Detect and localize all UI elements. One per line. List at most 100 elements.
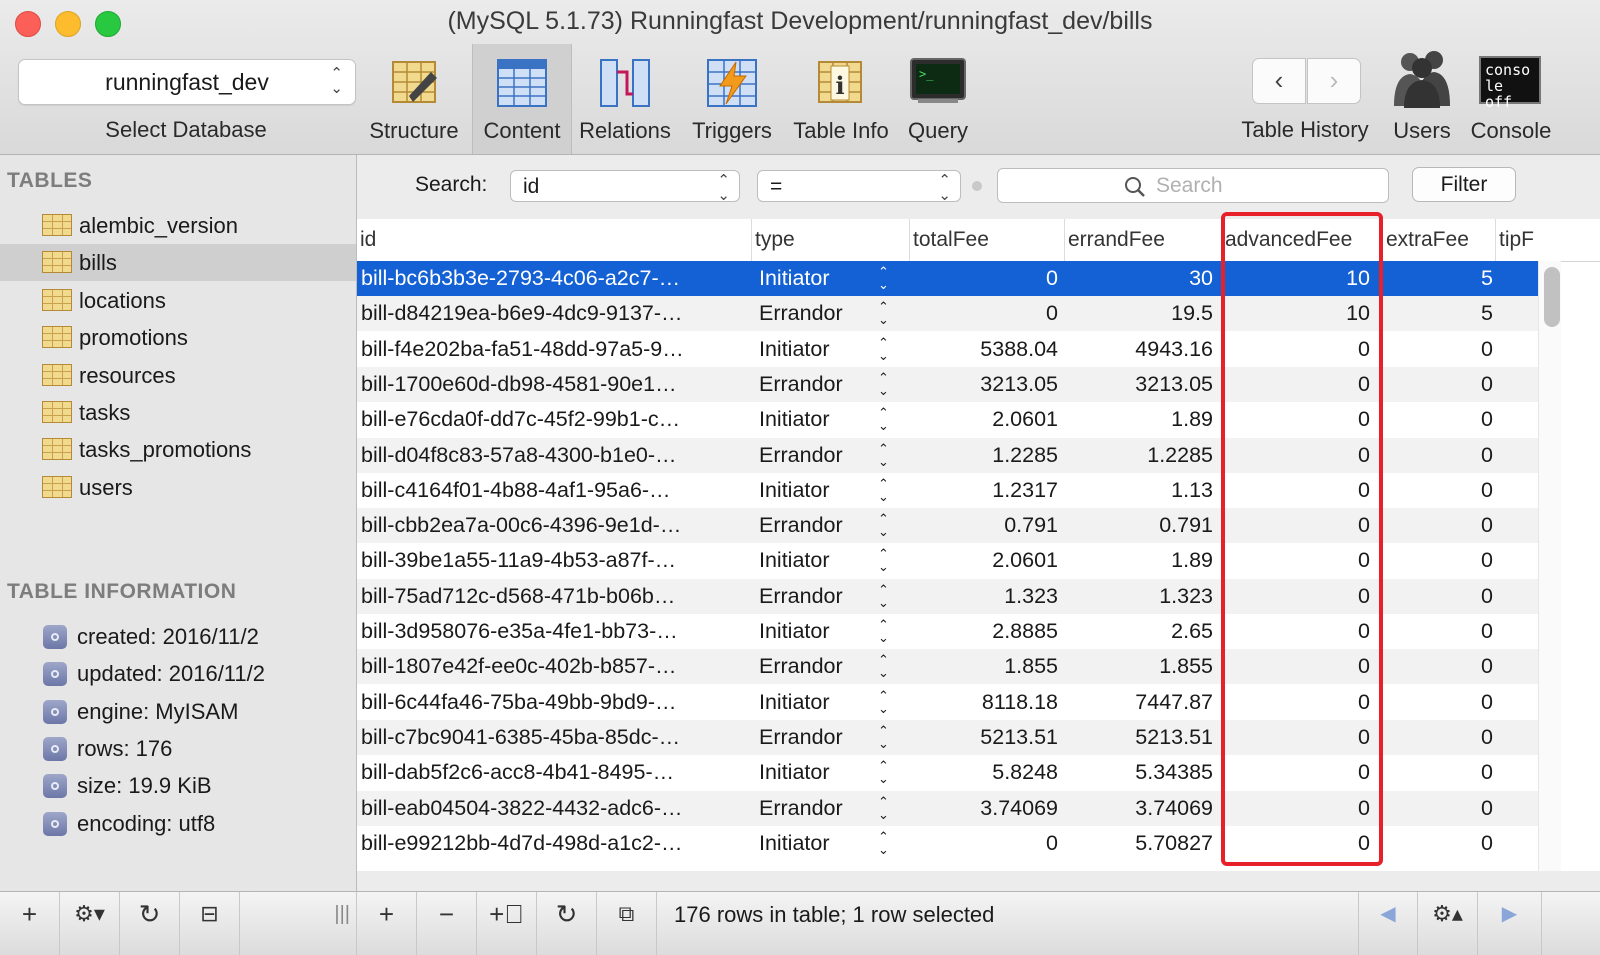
- table-cell-extrafee[interactable]: 0: [1383, 508, 1493, 543]
- table-cell-totalfee[interactable]: 0.791: [910, 508, 1058, 543]
- table-cell-type[interactable]: Initiator: [759, 332, 879, 367]
- table-cell-type[interactable]: Errandor: [759, 296, 879, 331]
- table-cell-type[interactable]: Errandor: [759, 791, 879, 826]
- chevron-updown-icon[interactable]: ⌃ ⌄: [878, 649, 889, 679]
- table-cell-extrafee[interactable]: 0: [1383, 720, 1493, 755]
- column-header[interactable]: tipF: [1496, 219, 1600, 261]
- table-cell-errandfee[interactable]: 5.34385: [1065, 755, 1213, 790]
- column-header[interactable]: type: [752, 219, 910, 261]
- table-cell-extrafee[interactable]: 0: [1383, 614, 1493, 649]
- tool-triggers[interactable]: Triggers: [684, 44, 780, 154]
- table-cell-extrafee[interactable]: 0: [1383, 685, 1493, 720]
- table-cell-totalfee[interactable]: 5388.04: [910, 332, 1058, 367]
- table-cell-errandfee[interactable]: 3213.05: [1065, 367, 1213, 402]
- table-cell-totalfee[interactable]: 5.8248: [910, 755, 1058, 790]
- table-cell-type[interactable]: Initiator: [759, 685, 879, 720]
- sidebar-table-item[interactable]: tasks_promotions: [0, 431, 356, 468]
- column-header[interactable]: id: [357, 219, 752, 261]
- table-cell-type[interactable]: Initiator: [759, 473, 879, 508]
- chevron-updown-icon[interactable]: ⌃ ⌄: [878, 791, 889, 821]
- table-cell-totalfee[interactable]: 1.855: [910, 649, 1058, 684]
- table-cell-id[interactable]: bill-dab5f2c6-acc8-4b41-8495-…: [361, 755, 746, 790]
- table-cell-id[interactable]: bill-3d958076-e35a-4fe1-bb73-…: [361, 614, 746, 649]
- pagination-button[interactable]: ⧉: [597, 892, 657, 955]
- table-cell-errandfee[interactable]: 1.855: [1065, 649, 1213, 684]
- tool-query[interactable]: >_ Query: [900, 44, 976, 154]
- table-cell-type[interactable]: Initiator: [759, 261, 879, 296]
- table-cell-totalfee[interactable]: 3213.05: [910, 367, 1058, 402]
- table-cell-errandfee[interactable]: 5213.51: [1065, 720, 1213, 755]
- search-input[interactable]: Search: [997, 168, 1389, 203]
- table-cell-errandfee[interactable]: 4943.16: [1065, 332, 1213, 367]
- duplicate-row-button[interactable]: +⃞: [477, 892, 537, 955]
- table-cell-id[interactable]: bill-e76cda0f-dd7c-45f2-99b1-c…: [361, 402, 746, 437]
- filter-button[interactable]: Filter: [1412, 167, 1516, 202]
- chevron-updown-icon[interactable]: ⌃ ⌄: [878, 367, 889, 397]
- history-forward-button[interactable]: ›: [1307, 58, 1361, 104]
- table-actions-button[interactable]: ⚙▾: [60, 892, 120, 955]
- table-cell-id[interactable]: bill-eab04504-3822-4432-adc6-…: [361, 791, 746, 826]
- table-cell-extrafee[interactable]: 0: [1383, 402, 1493, 437]
- sidebar-resize-handle[interactable]: |||: [240, 892, 357, 955]
- table-cell-errandfee[interactable]: 30: [1065, 261, 1213, 296]
- add-row-button[interactable]: +: [357, 892, 417, 955]
- table-cell-extrafee[interactable]: 0: [1383, 367, 1493, 402]
- table-cell-id[interactable]: bill-f4e202ba-fa51-48dd-97a5-9…: [361, 332, 746, 367]
- table-cell-type[interactable]: Errandor: [759, 649, 879, 684]
- next-page-button[interactable]: ▶: [1478, 892, 1542, 955]
- chevron-updown-icon[interactable]: ⌃ ⌄: [878, 332, 889, 362]
- tool-users[interactable]: Users: [1384, 44, 1460, 154]
- table-cell-totalfee[interactable]: 0: [910, 826, 1058, 861]
- chevron-updown-icon[interactable]: ⌃ ⌄: [878, 473, 889, 503]
- delete-row-button[interactable]: −: [417, 892, 477, 955]
- table-cell-extrafee[interactable]: 0: [1383, 543, 1493, 578]
- table-cell-errandfee[interactable]: 1.13: [1065, 473, 1213, 508]
- table-cell-errandfee[interactable]: 5.70827: [1065, 826, 1213, 861]
- tool-structure[interactable]: Structure: [364, 44, 464, 154]
- table-cell-totalfee[interactable]: 2.0601: [910, 402, 1058, 437]
- table-cell-extrafee[interactable]: 0: [1383, 649, 1493, 684]
- table-cell-extrafee[interactable]: 0: [1383, 826, 1493, 861]
- table-cell-extrafee[interactable]: 5: [1383, 296, 1493, 331]
- table-cell-totalfee[interactable]: 0: [910, 296, 1058, 331]
- table-cell-totalfee[interactable]: 2.8885: [910, 614, 1058, 649]
- add-table-button[interactable]: +: [0, 892, 60, 955]
- table-cell-type[interactable]: Errandor: [759, 579, 879, 614]
- table-cell-id[interactable]: bill-d04f8c83-57a8-4300-b1e0-…: [361, 438, 746, 473]
- sidebar-table-item[interactable]: promotions: [0, 319, 356, 356]
- column-header[interactable]: totalFee: [910, 219, 1065, 261]
- history-back-button[interactable]: ‹: [1252, 58, 1306, 104]
- table-cell-errandfee[interactable]: 0.791: [1065, 508, 1213, 543]
- chevron-updown-icon[interactable]: ⌃ ⌄: [878, 685, 889, 715]
- tool-console[interactable]: conso le off Console: [1466, 44, 1556, 154]
- table-cell-extrafee[interactable]: 0: [1383, 755, 1493, 790]
- table-cell-errandfee[interactable]: 2.65: [1065, 614, 1213, 649]
- toggle-info-button[interactable]: ⊟: [180, 892, 240, 955]
- table-cell-totalfee[interactable]: 2.0601: [910, 543, 1058, 578]
- table-cell-extrafee[interactable]: 0: [1383, 791, 1493, 826]
- chevron-updown-icon[interactable]: ⌃ ⌄: [878, 579, 889, 609]
- refresh-content-button[interactable]: ↻: [537, 892, 597, 955]
- chevron-updown-icon[interactable]: ⌃ ⌄: [878, 402, 889, 432]
- sidebar-table-item[interactable]: locations: [0, 282, 356, 319]
- refresh-tables-button[interactable]: ↻: [120, 892, 180, 955]
- database-select[interactable]: runningfast_dev ⌃ ⌄: [18, 59, 356, 105]
- table-cell-id[interactable]: bill-d84219ea-b6e9-4dc9-9137-…: [361, 296, 746, 331]
- search-operator-select[interactable]: = ⌃ ⌄: [757, 170, 961, 203]
- table-cell-errandfee[interactable]: 19.5: [1065, 296, 1213, 331]
- table-cell-type[interactable]: Errandor: [759, 367, 879, 402]
- table-cell-totalfee[interactable]: 3.74069: [910, 791, 1058, 826]
- tool-content[interactable]: Content: [472, 44, 572, 154]
- chevron-updown-icon[interactable]: ⌃ ⌄: [878, 296, 889, 326]
- table-cell-id[interactable]: bill-cbb2ea7a-00c6-4396-9e1d-…: [361, 508, 746, 543]
- search-field-select[interactable]: id ⌃ ⌄: [510, 170, 740, 203]
- table-cell-totalfee[interactable]: 8118.18: [910, 685, 1058, 720]
- previous-page-button[interactable]: ◀: [1358, 892, 1418, 955]
- table-cell-errandfee[interactable]: 1.323: [1065, 579, 1213, 614]
- table-cell-type[interactable]: Initiator: [759, 402, 879, 437]
- table-cell-type[interactable]: Initiator: [759, 614, 879, 649]
- table-cell-type[interactable]: Errandor: [759, 720, 879, 755]
- table-cell-errandfee[interactable]: 1.89: [1065, 402, 1213, 437]
- sidebar-table-item[interactable]: resources: [0, 357, 356, 394]
- table-cell-extrafee[interactable]: 5: [1383, 261, 1493, 296]
